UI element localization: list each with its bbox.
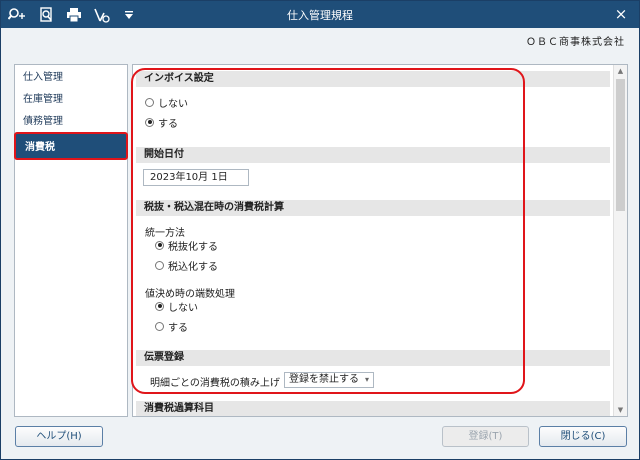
radio-label: しない <box>158 98 188 110</box>
close-icon[interactable]: × <box>613 5 629 23</box>
section-heading-tax-account: 消費税過算科目 <box>136 401 610 416</box>
register-button[interactable]: 登録(T) <box>442 426 529 447</box>
radio-tax-inclusive[interactable]: 税込化する <box>155 258 218 273</box>
select-value: 登録を禁止する <box>289 374 359 385</box>
window-title: 仕入管理規程 <box>287 9 353 22</box>
help-button[interactable]: ヘルプ(H) <box>15 426 103 447</box>
title-bar: 仕入管理規程 × <box>1 1 639 28</box>
accumulate-tax-label: 明細ごとの消費税の積み上げ <box>150 378 280 389</box>
scroll-thumb[interactable] <box>616 79 625 211</box>
section-heading-start-date: 開始日付 <box>136 147 610 163</box>
radio-button[interactable] <box>145 117 154 127</box>
radio-tax-exclusive[interactable]: 税抜化する <box>155 238 218 253</box>
radio-rounding-off[interactable]: しない <box>155 299 198 314</box>
close-button[interactable]: 閉じる(C) <box>539 426 627 447</box>
radio-invoice-off[interactable]: しない <box>145 95 188 110</box>
accumulate-tax-select[interactable]: 登録を禁止する ▾ <box>284 372 374 388</box>
sidebar: 仕入管理 在庫管理 債務管理 消費税 <box>14 64 128 417</box>
vertical-scrollbar[interactable]: ▲ ▼ <box>613 65 627 416</box>
radio-label: しない <box>168 302 198 314</box>
scroll-down-icon[interactable]: ▼ <box>614 404 627 416</box>
sidebar-item-inventory[interactable]: 在庫管理 <box>15 89 127 111</box>
radio-button[interactable] <box>155 321 164 331</box>
settings-window: 仕入管理規程 × ＯＢＣ商事株式会社 仕入管理 在庫管理 債務管理 消費税 イン… <box>0 0 640 460</box>
radio-label: する <box>158 118 178 130</box>
sidebar-item-payables[interactable]: 債務管理 <box>15 111 127 133</box>
start-date-field[interactable]: 2023年10月 1日 <box>143 169 249 186</box>
sidebar-item-purchase[interactable]: 仕入管理 <box>15 67 127 89</box>
section-heading-invoice: インボイス設定 <box>136 71 610 87</box>
radio-rounding-on[interactable]: する <box>155 319 188 334</box>
section-heading-tax-calc: 税抜・税込混在時の消費税計算 <box>136 200 610 216</box>
radio-button[interactable] <box>155 301 164 311</box>
radio-label: 税抜化する <box>168 241 218 253</box>
chevron-down-icon: ▾ <box>364 375 369 384</box>
sidebar-item-consumption-tax[interactable]: 消費税 <box>14 132 128 160</box>
radio-button[interactable] <box>155 260 164 270</box>
section-heading-slip: 伝票登録 <box>136 350 610 366</box>
radio-button[interactable] <box>145 97 154 107</box>
radio-label: する <box>168 322 188 334</box>
radio-invoice-on[interactable]: する <box>145 115 178 130</box>
company-name: ＯＢＣ商事株式会社 <box>526 37 625 48</box>
radio-button[interactable] <box>155 240 164 250</box>
settings-panel: インボイス設定 しない する 開始日付 2023年10月 1日 税抜・税込混在時… <box>132 64 628 417</box>
radio-label: 税込化する <box>168 261 218 273</box>
scroll-up-icon[interactable]: ▲ <box>614 65 627 77</box>
